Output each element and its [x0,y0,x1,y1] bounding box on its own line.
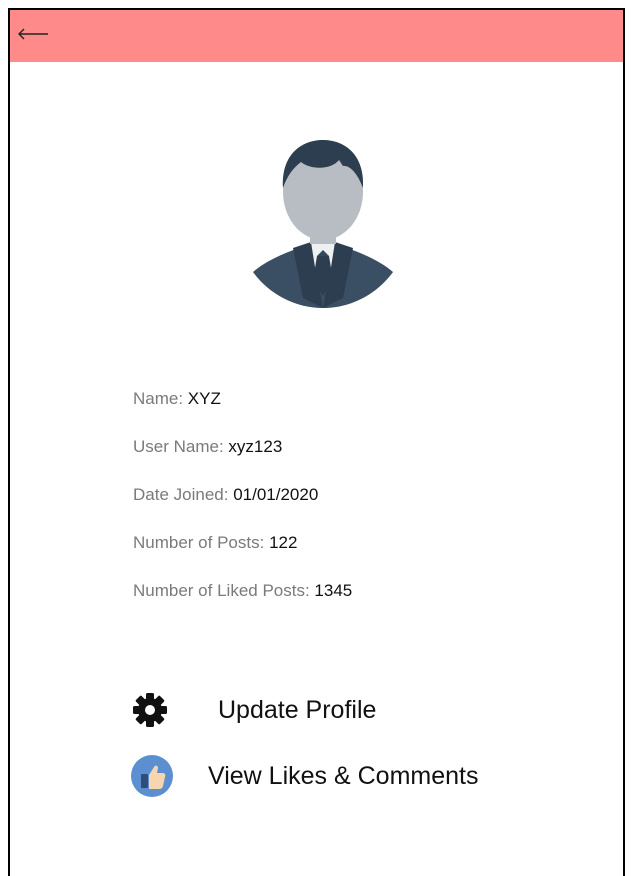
name-value: XYZ [187,389,221,408]
liked-posts-row: Number of Liked Posts: 1345 [133,567,352,615]
top-app-bar [10,10,623,62]
posts-count-value: 122 [269,533,298,552]
update-profile-button[interactable]: Update Profile [132,692,376,728]
gear-icon [133,693,167,727]
view-likes-comments-button[interactable]: View Likes & Comments [130,754,478,798]
view-likes-comments-label: View Likes & Comments [208,761,479,790]
back-button[interactable] [16,22,50,46]
username-label: User Name: [133,437,229,456]
posts-count-row: Number of Posts: 122 [133,519,352,567]
date-joined-row: Date Joined: 01/01/2020 [133,471,352,519]
date-joined-value: 01/01/2020 [233,485,319,504]
liked-posts-value: 1345 [314,581,353,600]
username-value: xyz123 [228,437,283,456]
username-row: User Name: xyz123 [133,423,352,471]
app-frame: Name: XYZ User Name: xyz123 Date Joined:… [8,8,625,876]
thumbs-up-icon [131,755,173,797]
posts-count-label: Number of Posts: [133,533,270,552]
name-label: Name: [133,389,188,408]
left-arrow-icon [18,28,48,40]
date-joined-label: Date Joined: [133,485,234,504]
update-profile-label: Update Profile [218,695,377,724]
name-row: Name: XYZ [133,375,352,423]
user-avatar-icon [253,140,393,308]
profile-info: Name: XYZ User Name: xyz123 Date Joined:… [133,375,352,615]
liked-posts-label: Number of Liked Posts: [133,581,315,600]
